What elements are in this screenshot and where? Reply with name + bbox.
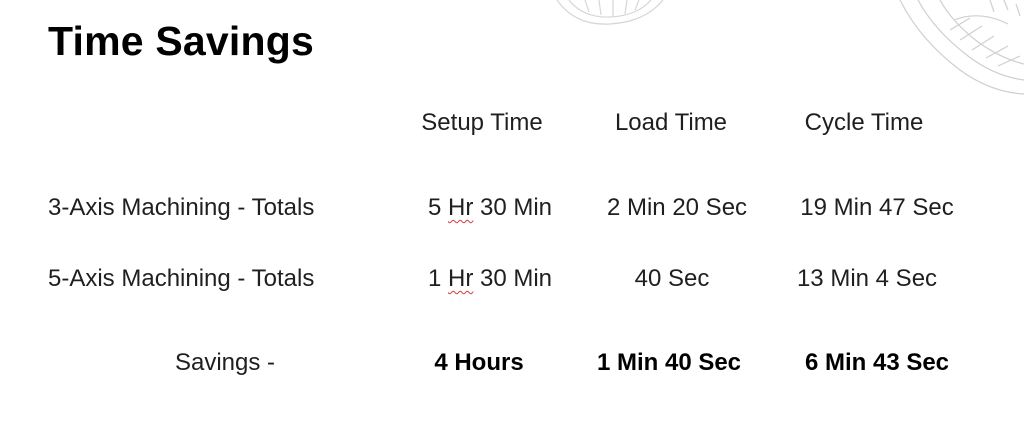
setup-hours-value: 5: [427, 194, 442, 221]
cycle-time-3-axis: 19 Min 47 Sec: [800, 194, 954, 221]
setup-time-5-axis: 1 Hr 30 Min: [428, 265, 552, 293]
savings-label: Savings -: [174, 349, 276, 376]
setup-minutes: 30 Min: [479, 265, 553, 292]
column-header-cycle-time: Cycle Time: [804, 109, 924, 136]
column-header-setup-time: Setup Time: [421, 109, 543, 136]
savings-setup-time: 4 Hours: [434, 349, 524, 376]
row-label-3-axis: 3-Axis Machining - Totals: [48, 194, 315, 221]
load-time-3-axis: 2 Min 20 Sec: [606, 194, 748, 221]
column-header-load-time: Load Time: [614, 109, 728, 136]
setup-time-3-axis: 5 Hr 30 Min: [428, 194, 552, 222]
load-time-5-axis: 40 Sec: [634, 265, 710, 292]
setup-hours-unit: Hr: [447, 265, 474, 292]
setup-hours-value: 1: [427, 265, 442, 292]
cycle-time-5-axis: 13 Min 4 Sec: [796, 265, 938, 292]
savings-load-time: 1 Min 40 Sec: [596, 349, 742, 376]
decorative-part-outline: [899, 0, 1024, 95]
row-label-5-axis: 5-Axis Machining - Totals: [48, 265, 315, 292]
setup-minutes: 30 Min: [479, 194, 553, 221]
slide-title: Time Savings: [48, 18, 314, 64]
savings-cycle-time: 6 Min 43 Sec: [804, 349, 950, 376]
setup-hours-unit: Hr: [447, 194, 474, 221]
decorative-gear-outline: [556, 0, 664, 25]
